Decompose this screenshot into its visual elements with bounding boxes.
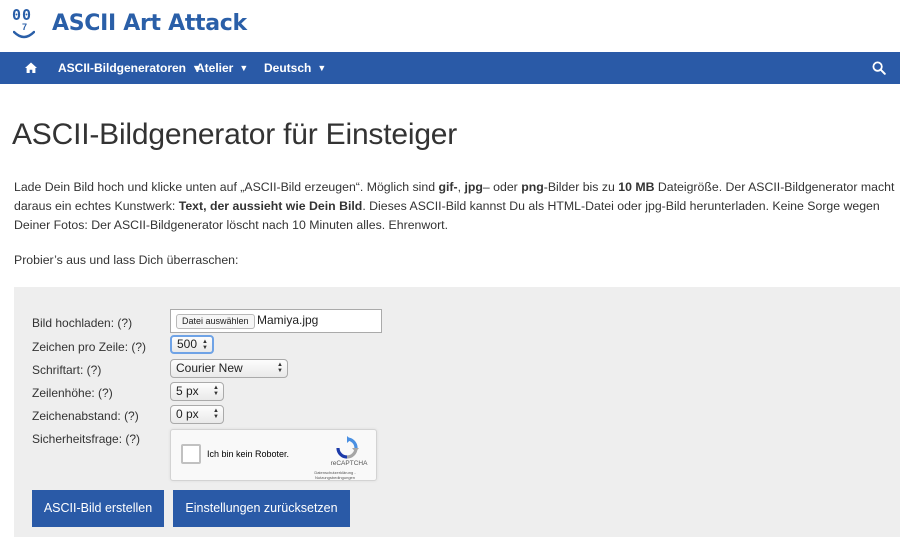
main-nav: ASCII-Bildgeneratoren ▼ Atelier ▼ Deutsch ▼ [0, 52, 900, 84]
font-select[interactable]: Courier New ▲ ▼ [170, 359, 288, 378]
search-icon[interactable] [872, 61, 886, 75]
char-spacing-select[interactable]: 0 px ▲ ▼ [170, 405, 224, 424]
choose-file-button[interactable]: Datei auswählen [176, 314, 255, 329]
font-label[interactable]: Schriftart: (?) [32, 363, 101, 377]
intro-size: 10 MB [618, 180, 655, 194]
chars-per-line-select[interactable]: 500 ▲ ▼ [170, 335, 214, 354]
intro-jpg: jpg [464, 180, 483, 194]
recaptcha-label: Ich bin kein Roboter. [207, 449, 290, 459]
upload-label[interactable]: Bild hochladen: (?) [32, 316, 132, 330]
nav-item-label: Atelier [196, 61, 234, 75]
page-title: ASCII-Bildgenerator für Einsteiger [12, 118, 458, 151]
font-value: Courier New [176, 361, 243, 375]
recaptcha-checkbox[interactable] [181, 444, 201, 464]
intro-gif: gif- [438, 180, 458, 194]
char-spacing-label[interactable]: Zeichenabstand: (?) [32, 409, 139, 423]
site-logo[interactable]: 00 7 [12, 6, 38, 42]
nav-item-atelier[interactable]: Atelier ▼ [196, 52, 248, 84]
nav-item-ascii-bildgeneratoren[interactable]: ASCII-Bildgeneratoren ▼ [58, 52, 201, 84]
site-header: 00 7 ASCII Art Attack [0, 0, 900, 52]
select-arrows-icon: ▲ ▼ [213, 385, 219, 397]
nav-item-deutsch[interactable]: Deutsch ▼ [264, 52, 326, 84]
intro-text: – oder [482, 180, 522, 194]
select-arrows-icon: ▲ ▼ [277, 362, 283, 374]
chevron-down-icon: ▼ [317, 63, 327, 73]
intro-paragraph: Lade Dein Bild hoch und klicke unten auf… [14, 178, 898, 235]
generator-form: Bild hochladen: (?) Datei auswählen Mami… [14, 287, 900, 537]
line-height-select[interactable]: 5 px ▲ ▼ [170, 382, 224, 401]
probier-text: Probier’s aus und lass Dich überraschen: [14, 253, 239, 267]
intro-png: png [521, 180, 544, 194]
recaptcha-logo-icon [336, 436, 359, 459]
intro-text: Lade Dein Bild hoch und klicke unten auf… [14, 180, 439, 194]
security-question-label[interactable]: Sicherheitsfrage: (?) [32, 432, 140, 446]
line-height-label[interactable]: Zeilenhöhe: (?) [32, 386, 113, 400]
intro-text: -Bilder bis zu [543, 180, 619, 194]
recaptcha-links[interactable]: Datenschutzerklärung - Nutzungsbedingung… [295, 470, 375, 480]
nav-item-label: Deutsch [264, 61, 312, 75]
recaptcha-brand: reCAPTCHA [330, 460, 368, 467]
chars-per-line-value: 500 [177, 337, 198, 351]
recaptcha-widget: Ich bin kein Roboter. reCAPTCHA Datensch… [170, 429, 377, 481]
select-arrows-icon: ▲ ▼ [202, 339, 208, 351]
line-height-value: 5 px [176, 384, 199, 398]
site-title[interactable]: ASCII Art Attack [52, 11, 247, 36]
selected-file-name: Mamiya.jpg [257, 313, 319, 327]
char-spacing-value: 0 px [176, 407, 199, 421]
logo-smile-icon [13, 30, 35, 39]
home-icon[interactable] [24, 61, 38, 75]
reset-settings-button[interactable]: Einstellungen zurücksetzen [173, 490, 350, 527]
chevron-down-icon: ▼ [239, 63, 249, 73]
nav-item-label: ASCII-Bildgeneratoren [58, 61, 187, 75]
select-arrows-icon: ▲ ▼ [213, 408, 219, 420]
create-ascii-button[interactable]: ASCII-Bild erstellen [32, 490, 164, 527]
file-upload-input[interactable]: Datei auswählen Mamiya.jpg [170, 309, 382, 333]
chars-per-line-label[interactable]: Zeichen pro Zeile: (?) [32, 340, 146, 354]
intro-emphasis: Text, der aussieht wie Dein Bild [178, 199, 363, 213]
